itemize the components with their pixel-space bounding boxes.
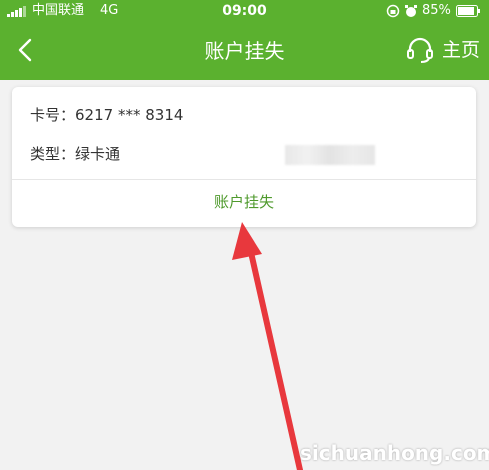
nav-bar: 账户挂失 主页: [0, 22, 489, 80]
headset-icon: [407, 37, 433, 63]
card-number-value: 6217 *** 8314: [75, 106, 184, 124]
blurred-name: [285, 145, 375, 165]
card-type-label: 类型：: [30, 145, 76, 163]
watermark-text: sichuanhong.com: [300, 441, 489, 465]
top-bar: 中国联通 4G 09:00 85% 账户挂失 主页: [0, 0, 489, 80]
battery-percent: 85%: [422, 3, 451, 18]
battery-icon: [456, 5, 480, 17]
card-number-label: 卡号：: [30, 106, 76, 124]
home-button[interactable]: 主页: [406, 34, 484, 66]
alarm-icon: [405, 5, 417, 17]
account-card: 卡号：6217 *** 8314 类型：绿卡通 账户挂失: [12, 87, 476, 227]
report-loss-button[interactable]: 账户挂失: [12, 180, 476, 227]
card-type-row: 类型：绿卡通: [30, 143, 120, 165]
home-label: 主页: [442, 39, 481, 61]
status-bar: 中国联通 4G 09:00 85%: [0, 0, 489, 22]
rotation-lock-icon: [386, 4, 400, 18]
card-number-row: 卡号：6217 *** 8314: [30, 104, 183, 126]
card-type-value: 绿卡通: [75, 145, 121, 163]
